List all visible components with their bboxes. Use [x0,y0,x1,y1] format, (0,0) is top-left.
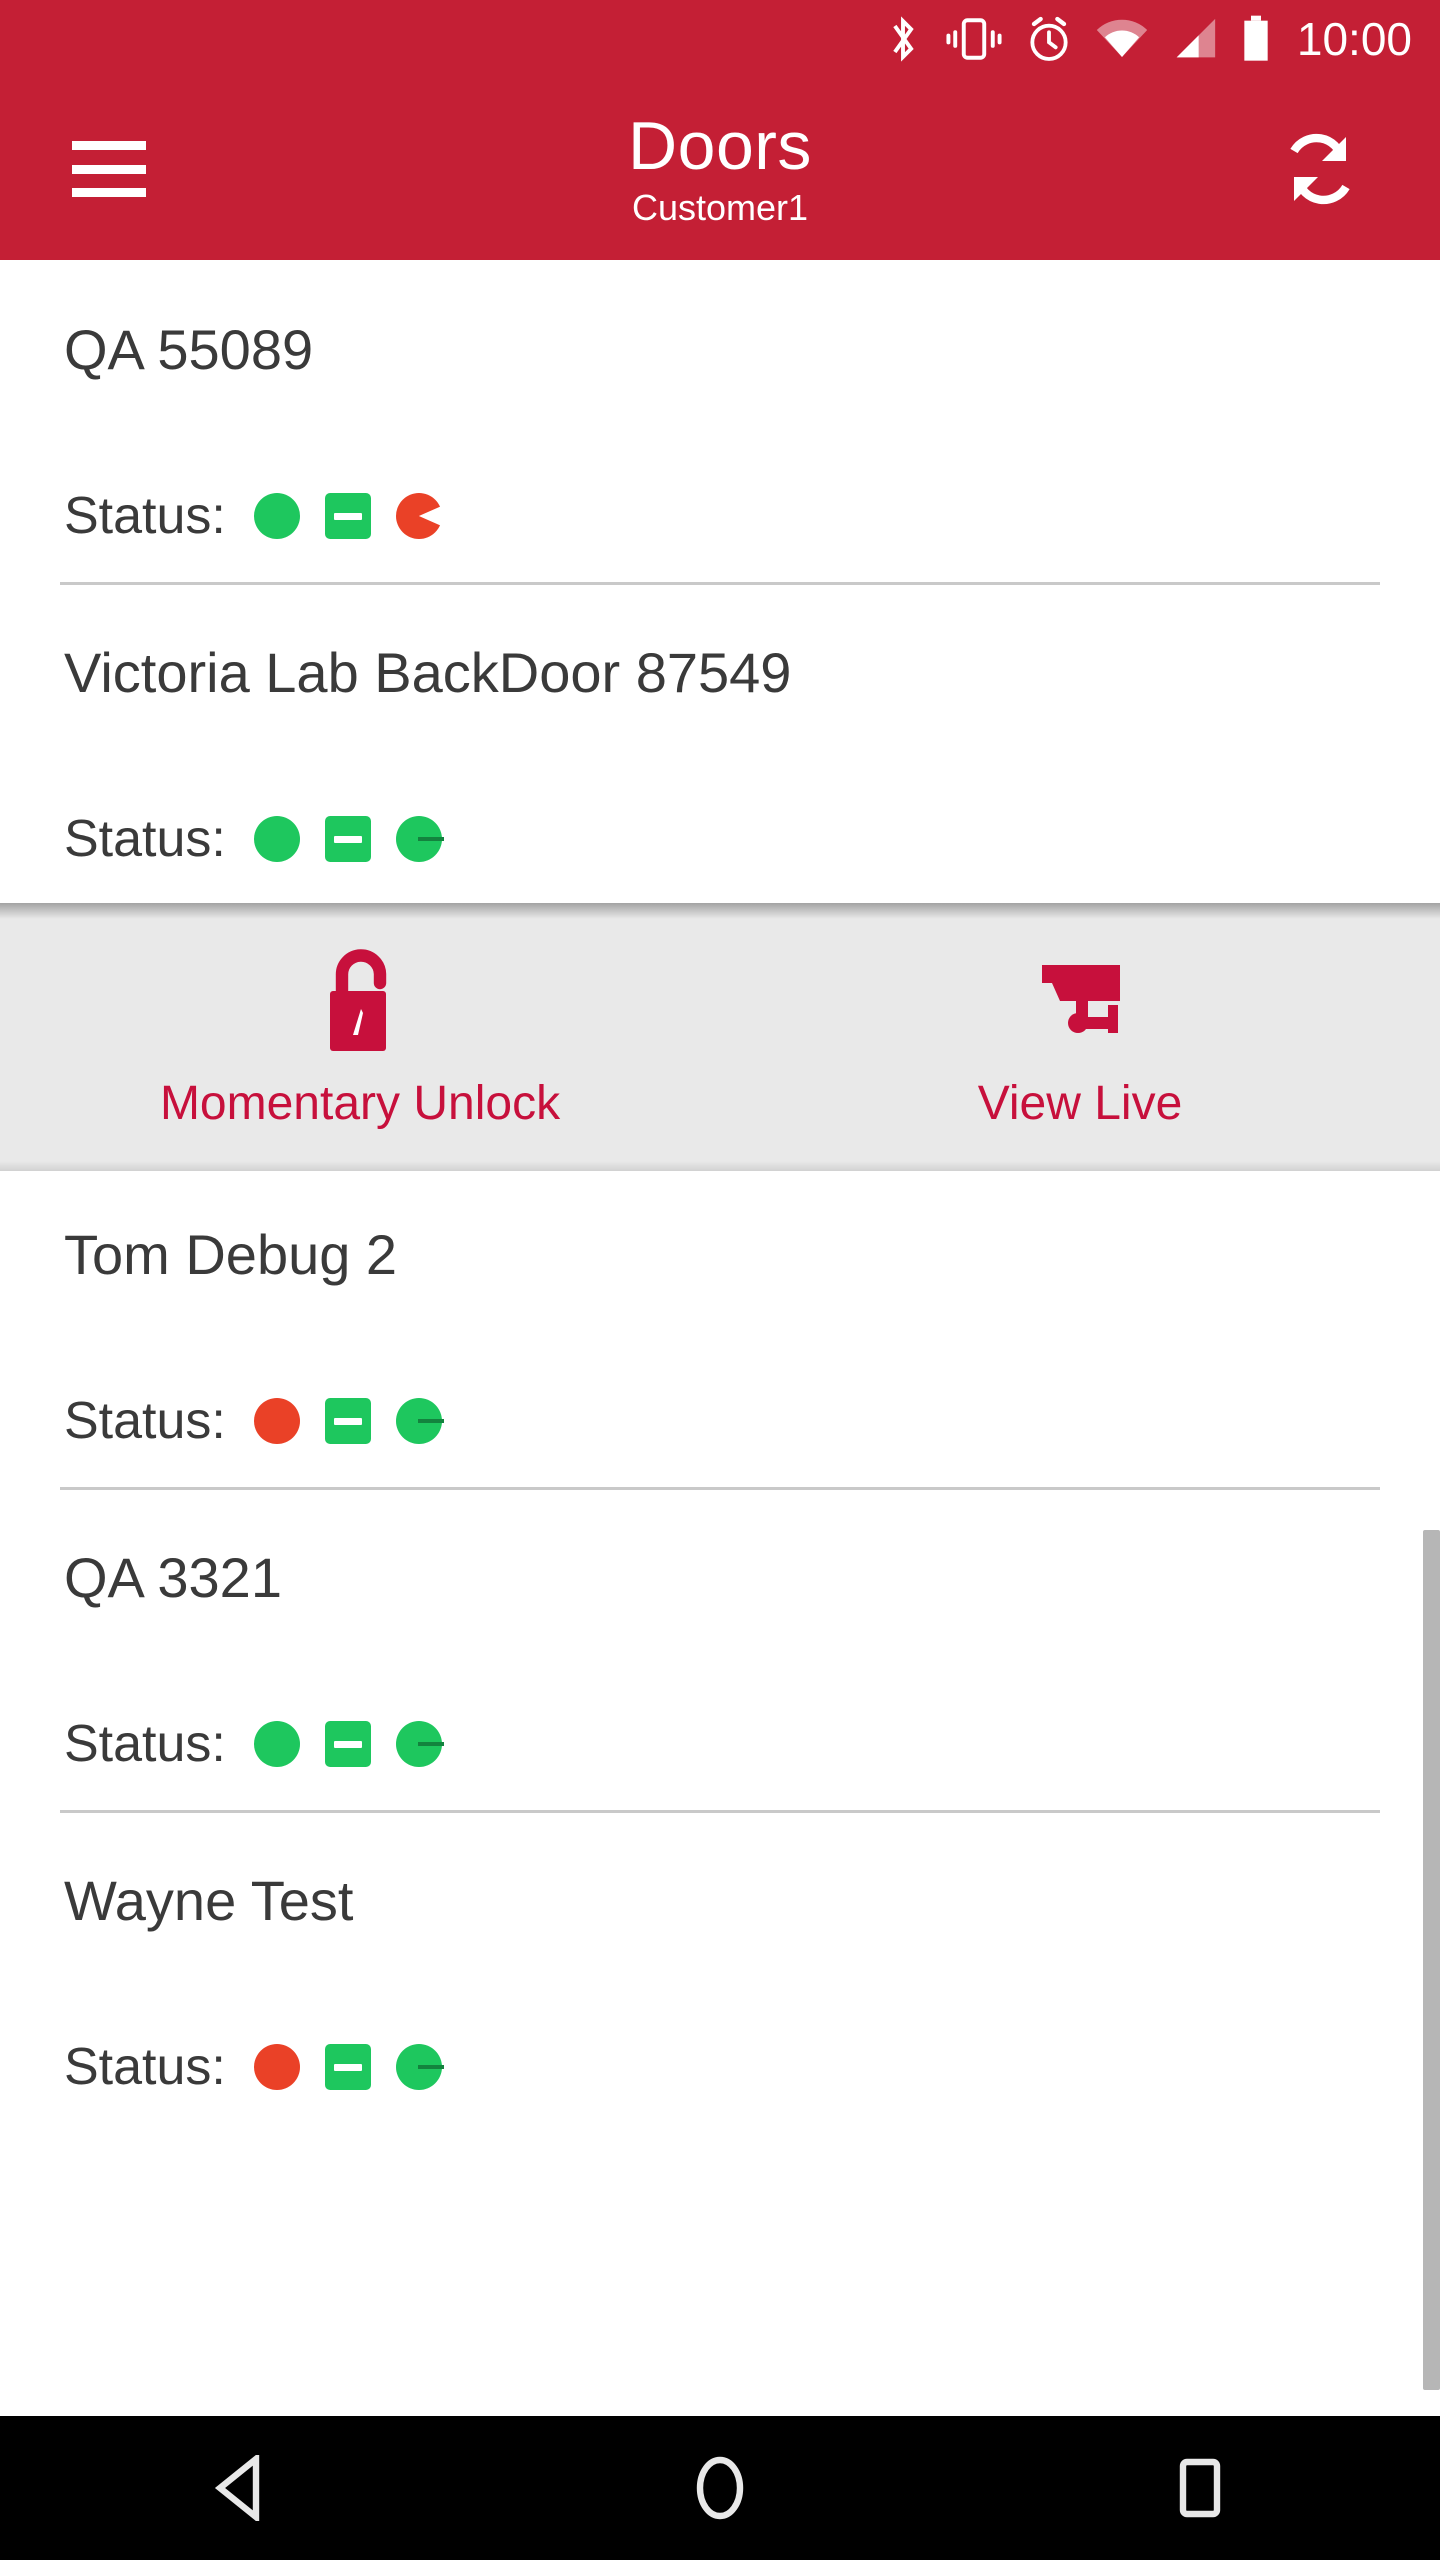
page-title: Doors [628,107,812,184]
doors-list[interactable]: QA 55089 Status: Victoria Lab BackDoor 8… [0,260,1440,2416]
bluetooth-icon [893,16,914,62]
status-badge-red-dot [253,2044,300,2090]
status-badge-green-minus-square [324,816,371,862]
status-badge-green-pie [395,816,444,862]
status-badge-green-pie [395,1398,444,1444]
door-name: Wayne Test [64,1869,354,1932]
momentary-unlock-label: Momentary Unlock [159,1077,561,1130]
momentary-unlock-button[interactable]: Momentary Unlock [0,946,720,1128]
status-badge-green-dot [253,493,300,539]
recents-square-icon[interactable] [1120,2416,1280,2560]
status-label: Status: [64,1392,226,1450]
door-name: QA 55089 [64,318,314,381]
door-status-row: Status: [0,813,1440,865]
alarm-icon [1030,16,1068,61]
door-name: Victoria Lab BackDoor 87549 [64,641,792,704]
wifi-icon [1096,19,1148,57]
vibrate-icon [946,18,1002,60]
door-status-row: Status: [0,490,1440,542]
door-status-row: Status: [0,1395,1440,1447]
door-status-row: Status: [0,2041,1440,2093]
list-item[interactable]: QA 55089 Status: [0,260,1440,582]
status-badge-green-minus-square [324,1721,371,1767]
status-bar-icons [883,13,1271,65]
status-badge-green-minus-square [324,2044,371,2090]
status-bar-clock: 10:00 [1296,13,1412,65]
door-status-row: Status: [0,1718,1440,1770]
cell-signal-icon [1176,18,1216,58]
page-subtitle: Customer1 [631,186,809,228]
status-badges [253,493,442,539]
status-label: Status: [64,1715,226,1773]
android-navigation-bar [0,2416,1440,2560]
app-screen: 10:00 Doors Customer1 QA 55089 Status: V… [0,0,1440,2560]
app-bar: Doors Customer1 [0,78,1440,260]
battery-icon [1244,15,1268,61]
android-status-bar: 10:00 [0,0,1440,78]
view-live-label: View Live [977,1077,1183,1130]
list-item[interactable]: Wayne Test Status: [0,1813,1440,2133]
view-live-button[interactable]: View Live [720,946,1440,1128]
door-name: QA 3321 [64,1546,282,1609]
status-badge-green-dot [253,816,300,862]
status-label: Status: [64,487,226,545]
status-badge-green-pie [395,1721,444,1767]
door-action-panel: Momentary Unlock View Live [0,903,1440,1171]
status-badge-green-minus-square [324,1398,371,1444]
status-badges [253,1721,444,1767]
status-label: Status: [64,810,226,868]
status-badge-green-minus-square [324,493,371,539]
status-badge-red-pacman [395,493,442,539]
status-badges [253,1398,444,1444]
hamburger-menu-icon[interactable] [72,141,146,197]
list-item[interactable]: Victoria Lab BackDoor 87549 Status: [0,585,1440,903]
status-label: Status: [64,2038,226,2096]
app-bar-title-block: Doors Customer1 [0,78,1440,260]
back-triangle-icon[interactable] [160,2416,320,2560]
status-badges [253,816,444,862]
status-badge-green-pie [395,2044,444,2090]
list-item[interactable]: Tom Debug 2 Status: [0,1171,1440,1487]
home-circle-icon[interactable] [640,2416,800,2560]
security-camera-icon [1030,946,1130,1056]
status-badge-red-dot [253,1398,300,1444]
status-badges [253,2044,444,2090]
list-scrollbar[interactable] [1423,1530,1440,2390]
status-badge-green-dot [253,1721,300,1767]
door-name: Tom Debug 2 [64,1223,398,1286]
refresh-sync-icon[interactable] [1272,121,1368,217]
open-padlock-icon [314,946,406,1056]
list-item[interactable]: QA 3321 Status: [0,1490,1440,1810]
